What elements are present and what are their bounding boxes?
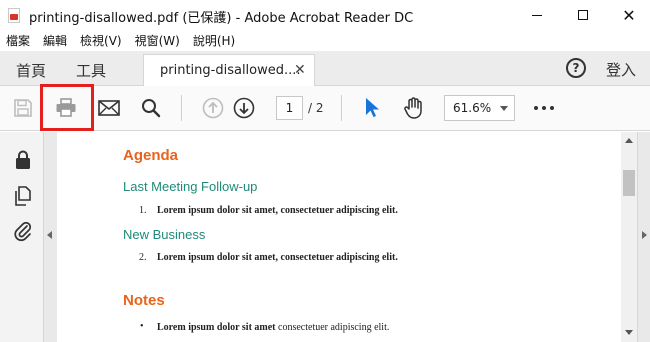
document-tab-label: printing-disallowed....	[160, 63, 301, 78]
page-total: / 2	[308, 101, 324, 115]
list-item: Lorem ipsum dolor sit amet, consectetuer…	[157, 252, 398, 263]
mail-icon[interactable]	[97, 96, 121, 120]
list-item: Lorem ipsum dolor sit amet, consectetuer…	[157, 205, 398, 216]
toolbar-divider	[181, 95, 182, 121]
more-dot	[534, 106, 538, 110]
close-icon: ✕	[622, 5, 636, 25]
pages-icon[interactable]	[12, 185, 34, 207]
vertical-scrollbar[interactable]	[621, 132, 637, 342]
print-highlight-box	[40, 84, 94, 131]
menu-window[interactable]: 視窗(W)	[135, 32, 180, 49]
cursor-icon[interactable]	[360, 96, 384, 120]
minimize-button[interactable]	[514, 0, 560, 30]
zoom-value: 61.6%	[453, 101, 492, 115]
notes-heading: Notes	[123, 292, 165, 309]
close-window-button[interactable]: ✕	[606, 0, 650, 30]
scroll-thumb[interactable]	[623, 170, 635, 196]
search-icon[interactable]	[139, 96, 163, 120]
pdf-file-icon	[8, 8, 20, 23]
section-heading: Last Meeting Follow-up	[123, 179, 258, 194]
menu-file[interactable]: 檔案	[6, 32, 30, 49]
chevron-left-icon[interactable]	[47, 231, 52, 239]
notes-item-bold: Lorem ipsum dolor sit amet	[157, 322, 276, 333]
menu-bar: 檔案 編輯 檢視(V) 視窗(W) 說明(H)	[0, 30, 650, 51]
menu-edit[interactable]: 編輯	[43, 32, 67, 49]
bullet-glyph: •	[140, 321, 144, 332]
more-icon[interactable]	[534, 106, 554, 110]
hand-icon[interactable]	[402, 96, 426, 120]
menu-help[interactable]: 說明(H)	[193, 32, 235, 49]
title-bar: printing-disallowed.pdf (已保護) - Adobe Ac…	[0, 0, 650, 30]
zoom-dropdown[interactable]: 61.6%	[444, 95, 515, 121]
chevron-right-icon[interactable]	[642, 231, 647, 239]
close-tab-icon[interactable]: ✕	[294, 62, 306, 78]
toolbar-divider	[341, 95, 342, 121]
attachment-icon[interactable]	[12, 220, 34, 242]
minimize-icon	[532, 14, 542, 16]
left-navigation-pane	[0, 132, 43, 342]
arrow-down-icon[interactable]	[232, 96, 256, 120]
chevron-down-icon	[500, 106, 508, 111]
tab-tools[interactable]: 工具	[76, 60, 106, 81]
notes-item: Lorem ipsum dolor sit amet consectetuer …	[157, 322, 389, 333]
list-item-number: 1.	[139, 205, 147, 216]
right-pane-toggle[interactable]	[637, 132, 650, 342]
more-dot	[542, 106, 546, 110]
notes-item-rest: consectetuer adipiscing elit.	[275, 322, 390, 333]
maximize-button[interactable]	[560, 0, 606, 30]
tab-bar: 首頁 工具 printing-disallowed.... ✕ ? 登入	[0, 51, 650, 87]
agenda-heading: Agenda	[123, 147, 179, 164]
scroll-up-icon[interactable]	[625, 138, 633, 143]
scroll-down-icon[interactable]	[625, 330, 633, 335]
arrow-up-icon[interactable]	[201, 96, 225, 120]
login-button[interactable]: 登入	[606, 59, 636, 80]
help-icon[interactable]: ?	[566, 58, 586, 78]
lock-icon[interactable]	[12, 149, 34, 171]
window-title: printing-disallowed.pdf (已保護) - Adobe Ac…	[29, 11, 414, 26]
section-heading: New Business	[123, 227, 206, 242]
maximize-icon	[578, 10, 588, 20]
more-dot	[550, 106, 554, 110]
list-item-number: 2.	[139, 252, 147, 263]
menu-view[interactable]: 檢視(V)	[80, 32, 122, 49]
page-number-input[interactable]: 1	[276, 96, 303, 120]
tab-document[interactable]: printing-disallowed.... ✕	[143, 54, 315, 87]
tab-home[interactable]: 首頁	[16, 60, 46, 81]
save-icon[interactable]	[11, 96, 35, 120]
